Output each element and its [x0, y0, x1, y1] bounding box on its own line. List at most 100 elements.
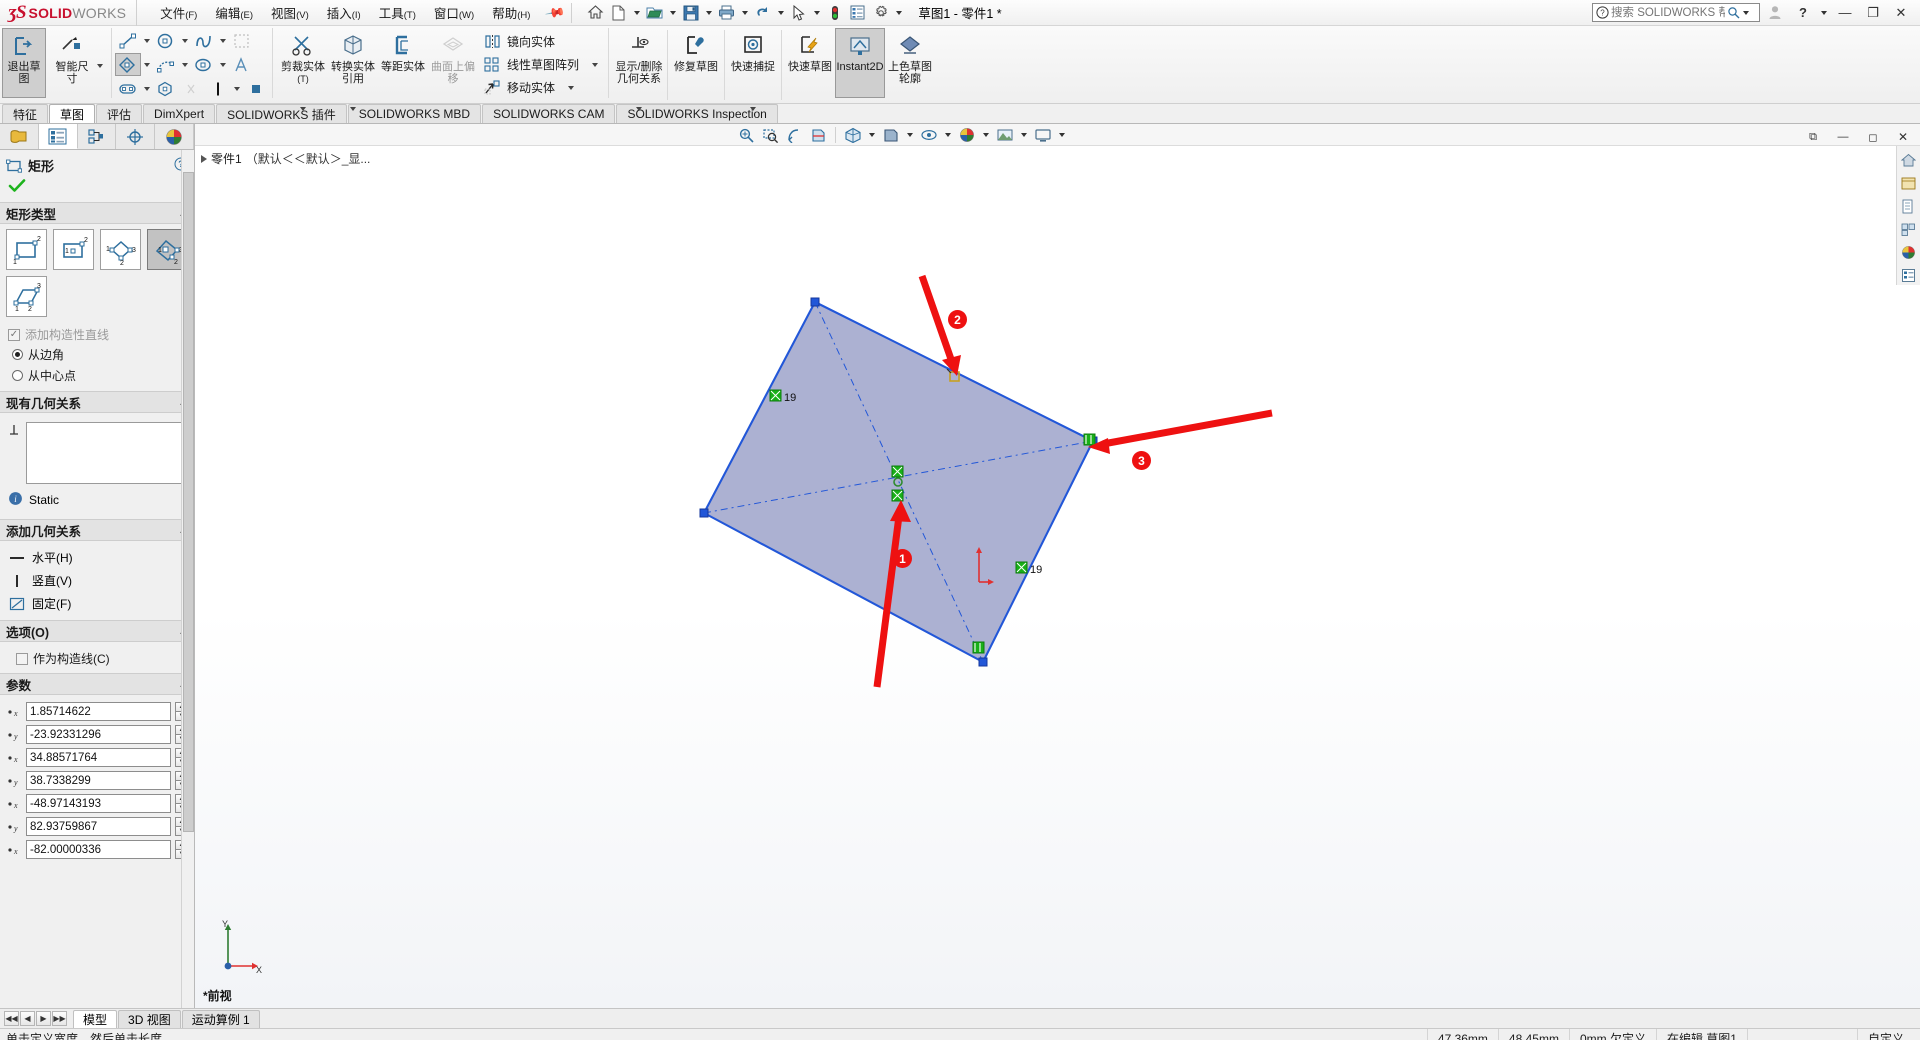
view-settings-caret[interactable]: [1059, 132, 1065, 137]
existing-relations-list[interactable]: [26, 422, 188, 484]
bottom-tab-motion-study[interactable]: 运动算例 1: [181, 1009, 260, 1028]
centerline-tool[interactable]: [205, 77, 231, 100]
rectangle-tool[interactable]: [115, 53, 141, 76]
file-properties-icon[interactable]: [847, 2, 869, 24]
circle-tool[interactable]: [153, 29, 179, 52]
user-account-icon[interactable]: [1762, 2, 1788, 24]
section-options[interactable]: 选项(O) ▲: [0, 620, 194, 642]
save-icon[interactable]: [680, 2, 702, 24]
property-manager-tab[interactable]: [38, 124, 78, 149]
display-delete-relations-dropdown[interactable]: [633, 98, 645, 119]
design-library-icon[interactable]: [1899, 173, 1919, 193]
select-cursor-icon[interactable]: [788, 2, 810, 24]
convert-entities-dropdown[interactable]: [347, 98, 359, 119]
relation-horizontal[interactable]: 水平(H): [6, 546, 188, 569]
quick-snaps-dropdown[interactable]: [747, 98, 759, 119]
repair-sketch-button[interactable]: 修复草图: [671, 28, 721, 98]
undo-icon[interactable]: [752, 2, 774, 24]
display-style-caret[interactable]: [907, 132, 913, 137]
smart-dimension-button[interactable]: 智能尺寸: [50, 28, 94, 98]
center-rectangle-option[interactable]: 12: [53, 229, 94, 270]
menu-file[interactable]: 文件(F): [151, 0, 206, 25]
corner-rectangle-option[interactable]: 12: [6, 229, 47, 270]
spline-dropdown[interactable]: [217, 30, 229, 51]
trim-entities-dropdown[interactable]: [297, 98, 309, 119]
tab-dimxpert[interactable]: DimXpert: [143, 104, 216, 123]
view-orientation-icon[interactable]: [842, 125, 864, 145]
scrollbar-thumb[interactable]: [183, 172, 194, 832]
green-check-icon[interactable]: [8, 179, 26, 196]
linear-sketch-pattern-item[interactable]: 线性草图阵列: [480, 54, 605, 75]
zoom-area-icon[interactable]: [759, 125, 781, 145]
display-delete-relations-button[interactable]: 显示/删除几何关系: [614, 28, 664, 98]
view-orientation-caret[interactable]: [869, 132, 875, 137]
expand-triangle-icon[interactable]: [201, 154, 207, 163]
slot-tool[interactable]: [115, 77, 141, 100]
text-tool[interactable]: [229, 53, 255, 76]
new-document-caret[interactable]: [633, 10, 640, 15]
smart-dimension-dropdown[interactable]: [94, 56, 106, 77]
help-search-caret[interactable]: [1743, 10, 1749, 15]
sketch-geometry[interactable]: 19 19: [195, 124, 1920, 1008]
tab-solidworks-cam[interactable]: SOLIDWORKS CAM: [482, 104, 616, 123]
zoom-to-fit-icon[interactable]: [735, 125, 757, 145]
ellipse-tool[interactable]: [191, 53, 217, 76]
shaded-sketch-contours-button[interactable]: 上色草图轮廓: [885, 28, 935, 98]
section-parameters[interactable]: 参数 ▲: [0, 673, 194, 695]
param-x2-input[interactable]: [26, 748, 171, 767]
help-caret[interactable]: [1821, 10, 1827, 15]
rapid-sketch-button[interactable]: 快速草图: [785, 28, 835, 98]
centerline-dropdown[interactable]: [231, 78, 243, 99]
menu-window[interactable]: 窗口(W): [425, 0, 483, 25]
graphics-close-button[interactable]: ✕: [1890, 126, 1916, 148]
sketch-plane-tool[interactable]: [229, 29, 255, 52]
print-caret[interactable]: [741, 10, 748, 15]
hide-show-items-icon[interactable]: [918, 125, 940, 145]
offset-on-surface-button[interactable]: 曲面上偏移: [428, 28, 478, 98]
instant2d-button[interactable]: Instant2D: [835, 28, 886, 98]
line-tool[interactable]: [115, 29, 141, 52]
bottom-tab-3dviews[interactable]: 3D 视图: [118, 1009, 181, 1028]
3point-corner-rectangle-option[interactable]: 1 3 2: [100, 229, 141, 270]
slot-dropdown[interactable]: [141, 78, 153, 99]
view-palette-icon[interactable]: [1899, 219, 1919, 239]
rectangle-dropdown[interactable]: [141, 54, 153, 75]
arc-tool[interactable]: [153, 53, 179, 76]
open-folder-icon[interactable]: [644, 2, 666, 24]
minimize-button[interactable]: —: [1832, 2, 1858, 24]
quick-snaps-button[interactable]: 快速捕捉: [728, 28, 778, 98]
param-x1-input[interactable]: [26, 702, 171, 721]
param-x4-input[interactable]: [26, 840, 171, 859]
feature-manager-tab[interactable]: [0, 124, 39, 149]
graphics-minimize-button[interactable]: —: [1830, 126, 1856, 148]
exit-sketch-button[interactable]: 退出草图: [2, 28, 46, 98]
tab-nav-last[interactable]: ▶▶: [52, 1011, 67, 1026]
home-panel-icon[interactable]: [1899, 150, 1919, 170]
edit-appearance-icon[interactable]: [956, 125, 978, 145]
previous-view-icon[interactable]: [783, 125, 805, 145]
tab-nav-prev[interactable]: ◀: [20, 1011, 35, 1026]
tab-nav-next[interactable]: ▶: [36, 1011, 51, 1026]
dimxpert-manager-tab[interactable]: [116, 124, 156, 149]
property-manager-scrollbar[interactable]: [181, 150, 194, 1008]
tab-nav-first[interactable]: ◀◀: [4, 1011, 19, 1026]
apply-scene-caret[interactable]: [1021, 132, 1027, 137]
new-document-icon[interactable]: [608, 2, 630, 24]
arc-dropdown[interactable]: [179, 54, 191, 75]
help-search-input[interactable]: [1609, 5, 1727, 20]
move-entities-item[interactable]: 移动实体: [480, 77, 605, 98]
trim-entities-button[interactable]: 剪裁实体(T): [278, 28, 328, 98]
add-construction-lines-checkbox[interactable]: ✓ 添加构造性直线: [6, 323, 188, 344]
file-explorer-icon[interactable]: [1899, 196, 1919, 216]
section-view-icon[interactable]: [807, 125, 829, 145]
help-search-box[interactable]: ?: [1592, 3, 1760, 22]
close-button[interactable]: ✕: [1888, 2, 1914, 24]
graphics-restore-button[interactable]: ⧉: [1800, 126, 1826, 148]
custom-properties-icon[interactable]: [1899, 265, 1919, 285]
home-icon[interactable]: [585, 2, 607, 24]
apply-scene-icon[interactable]: [994, 125, 1016, 145]
select-cursor-caret[interactable]: [813, 10, 820, 15]
tab-evaluate[interactable]: 评估: [96, 104, 143, 123]
relation-vertical[interactable]: 竖直(V): [6, 569, 188, 592]
menu-view[interactable]: 视图(V): [262, 0, 318, 25]
